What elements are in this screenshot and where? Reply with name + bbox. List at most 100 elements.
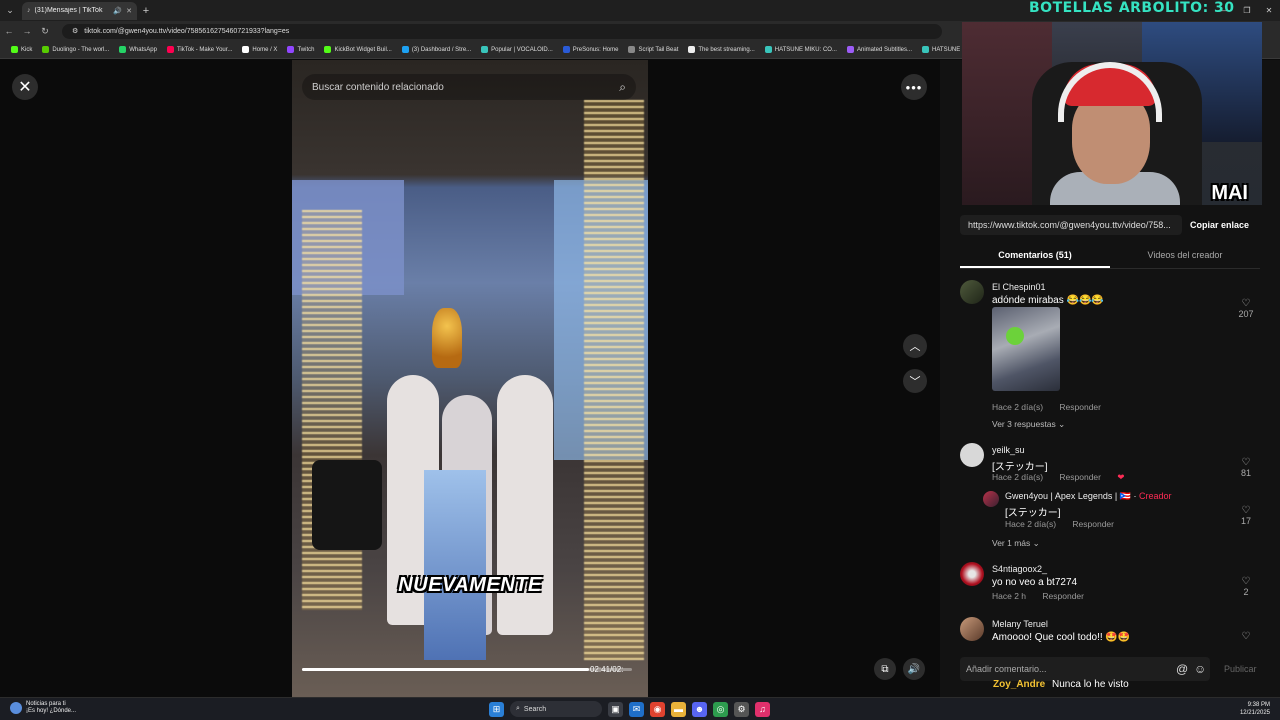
taskbar-search[interactable]: ⌕ Search [510,701,602,717]
tab-creator-videos[interactable]: Videos del creador [1110,245,1260,268]
new-tab-button[interactable]: + [137,5,155,17]
heart-icon: ♡ [1241,631,1251,642]
bookmark-item[interactable]: Twitch [282,46,319,53]
like-button[interactable]: ♡ 207 [1232,298,1260,319]
view-more-replies-button[interactable]: Ver 1 más ⌄ [992,538,1040,549]
chevron-down-icon: ﹀ [909,376,921,388]
related-search-bar[interactable]: Buscar contenido relacionado ⌕ [302,74,636,100]
task-view-icon[interactable]: ▣ [608,701,623,717]
folder-icon[interactable]: ▬ [671,701,686,717]
reply-button[interactable]: Responder [1059,472,1101,482]
more-options-button[interactable]: ••• [901,74,927,100]
discord-icon[interactable]: ☻ [692,701,707,717]
bookmark-item[interactable]: KickBot Widget Buil... [319,46,396,53]
like-button[interactable]: ♡ [1232,631,1260,642]
reply-username[interactable]: Gwen4you | Apex Legends | 🇵🇷 · Creador [1005,491,1172,502]
bookmark-item[interactable]: Animated Subtitles... [842,46,917,53]
comment-text: Amoooo! Que cool todo!! 🤩🤩 [992,632,1131,643]
bookmark-item[interactable]: Popular | VOCALOID... [476,46,558,53]
avatar[interactable] [960,280,984,304]
comment-username[interactable]: yeilk_su [992,445,1025,455]
search-icon: ⌕ [516,705,520,712]
comment-username[interactable]: El Chespin01 [992,282,1046,292]
publish-button[interactable]: Publicar [1224,664,1257,674]
reply-button[interactable]: Responder [1042,591,1084,601]
bookmark-item[interactable]: PreSonus: Home [558,46,624,53]
chat-text: Nunca lo he visto [1052,679,1129,690]
clock-time: 9:38 PM [1247,702,1270,708]
reload-icon[interactable]: ↻ [36,26,54,37]
tab-search-icon[interactable]: ⌄ [0,0,20,21]
bookmark-item[interactable]: (3) Dashboard / Stre... [397,46,476,53]
reply-item: Gwen4you | Apex Legends | 🇵🇷 · Creador [… [983,491,1260,531]
bookmark-item[interactable]: HATSUNE MIKU: CO... [760,46,842,53]
forward-icon[interactable]: → [18,26,36,36]
comment-text: yo no veo a bt7274 [992,577,1078,588]
comment-username[interactable]: S4ntiagoox2_ [992,564,1047,574]
next-video-button[interactable]: ﹀ [903,369,927,393]
start-icon[interactable]: ⊞ [489,701,504,717]
like-count: 81 [1240,468,1251,478]
creator-badge: Creador [1138,491,1172,501]
back-icon[interactable]: ← [0,26,18,36]
volume-button[interactable]: 🔊 [903,658,925,680]
comment-username[interactable]: Melany Teruel [992,619,1048,629]
like-button[interactable]: ♡ 2 [1232,576,1260,597]
emoji-icon[interactable]: ☺ [1194,657,1206,681]
maximize-icon[interactable]: ❐ [1236,0,1258,21]
avatar[interactable] [960,617,984,641]
bookmark-label: Animated Subtitles... [856,46,913,53]
bookmark-favicon-icon [11,46,18,53]
taskbar-clock[interactable]: 9:38 PM 12/21/2025 [1240,701,1270,717]
picture-in-picture-button[interactable]: ⧉ [874,658,896,680]
news-widget[interactable]: Noticias para ti ¡Es hoy! ¿Dónde... [10,701,76,715]
like-button[interactable]: ♡ 17 [1232,505,1260,526]
tab-close-icon[interactable]: ✕ [126,7,132,15]
settings-icon[interactable]: ⚙ [734,701,749,717]
bookmark-item[interactable]: Duolingo - The worl... [37,46,114,53]
chrome-icon[interactable]: ◉ [650,701,665,717]
window-close-icon[interactable]: ✕ [1258,0,1280,21]
bookmark-label: Duolingo - The worl... [52,46,110,53]
bookmark-item[interactable]: Home / X [237,46,282,53]
bookmark-item[interactable]: The best streaming... [683,46,759,53]
close-button[interactable]: ✕ [12,74,38,100]
video-player[interactable]: Buscar contenido relacionado ⌕ NUEVAMENT… [292,60,648,697]
comment-text: adónde mirabas 😂😂😂 [992,295,1104,306]
browser-icon[interactable]: ◎ [713,701,728,717]
copy-link-button[interactable]: Copiar enlace [1190,220,1249,230]
bookmark-favicon-icon [119,46,127,53]
tab-comments[interactable]: Comentarios (51) [960,245,1110,268]
bookmark-item[interactable]: Kick [6,46,37,53]
stream-chat-message: Zoy_Andre Nunca lo he visto [993,679,1129,690]
like-button[interactable]: ♡ 81 [1232,457,1260,478]
comment-item: S4ntiagoox2_ yo no veo a bt7274 Hace 2 h… [960,562,1260,606]
avatar[interactable] [960,443,984,467]
reply-button[interactable]: Responder [1072,519,1114,529]
previous-video-button[interactable]: ︿ [903,334,927,358]
bookmark-item[interactable]: WhatsApp [114,46,162,53]
bookmark-item[interactable]: Script Tail Beat [623,46,683,53]
bookmark-item[interactable]: TikTok - Make Your... [162,46,237,53]
search-icon[interactable]: ⌕ [619,80,626,95]
comment-image[interactable] [992,307,1060,391]
share-link-field[interactable]: https://www.tiktok.com/@gwen4you.ttv/vid… [960,215,1182,235]
heart-icon: ♡ [1241,576,1251,587]
view-replies-button[interactable]: Ver 3 respuestas ⌄ [992,419,1065,430]
bookmark-label: Twitch [297,46,315,53]
music-icon[interactable]: ♫ [755,701,770,717]
avatar[interactable] [983,491,999,507]
comment-input[interactable]: Añadir comentario... @ ☺ [960,657,1210,681]
url-field[interactable]: ⚙ tiktok.com/@gwen4you.ttv/video/7585616… [62,23,942,39]
mail-icon[interactable]: ✉ [629,701,644,717]
site-info-icon[interactable]: ⚙ [72,27,78,35]
reply-time: Hace 2 día(s) [1005,519,1057,529]
speaker-icon[interactable]: 🔊 [113,7,122,15]
reply-button[interactable]: Responder [1059,402,1101,412]
bookmark-label: Kick [21,46,33,53]
video-progress-bar[interactable] [302,668,632,671]
browser-tab[interactable]: ♪ (31)Mensajes | TikTok 🔊 ✕ [22,1,137,20]
mention-icon[interactable]: @ [1176,657,1188,681]
tiktok-favicon-icon: ♪ [27,7,31,14]
avatar[interactable] [960,562,984,586]
